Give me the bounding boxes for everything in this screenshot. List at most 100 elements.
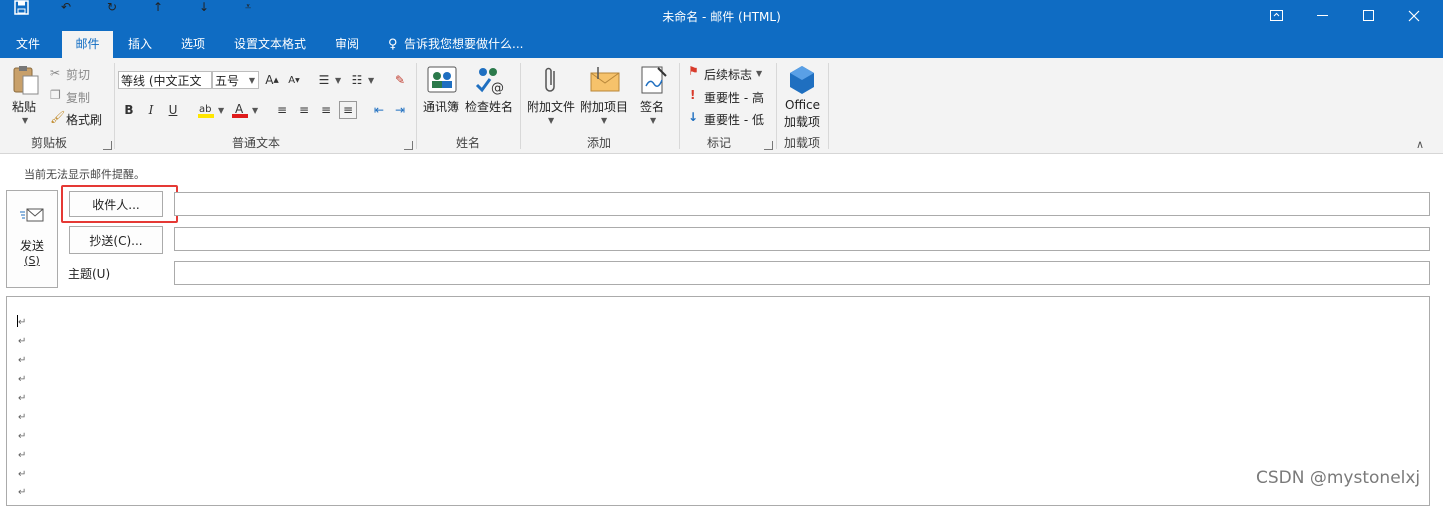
format-painter-button[interactable]: 格式刷: [66, 111, 102, 128]
subject-field[interactable]: [174, 261, 1430, 285]
copy-button[interactable]: 复制: [66, 89, 90, 106]
paragraph-mark-icon: ↵: [18, 431, 27, 442]
paragraph-mark-icon: ↵: [18, 469, 27, 480]
font-size-dropdown-icon[interactable]: ▼: [249, 72, 255, 88]
cut-icon: ✂: [50, 66, 61, 80]
office-addins-button-line1[interactable]: Office: [785, 98, 820, 112]
office-addins-button-line2[interactable]: 加载项: [784, 113, 820, 130]
bold-button[interactable]: B: [120, 101, 138, 119]
group-divider: [679, 63, 680, 149]
group-divider: [114, 63, 115, 149]
low-importance-button[interactable]: 重要性 - 低: [704, 111, 764, 128]
numbering-dropdown-icon[interactable]: ▼: [368, 76, 374, 85]
address-book-button[interactable]: 通讯簿: [423, 98, 459, 115]
ribbon-display-icon[interactable]: [1253, 0, 1299, 31]
tab-options[interactable]: 选项: [171, 31, 215, 58]
attach-item-button[interactable]: 附加项目: [580, 98, 628, 115]
paragraph-mark-icon: ↵: [18, 374, 27, 385]
attach-item-icon[interactable]: [589, 65, 621, 95]
underline-button[interactable]: U: [164, 101, 182, 119]
attach-file-button[interactable]: 附加文件: [527, 98, 575, 115]
high-importance-icon: !: [690, 88, 696, 102]
check-names-button[interactable]: 检查姓名: [465, 98, 513, 115]
tab-review[interactable]: 审阅: [326, 31, 368, 58]
close-icon[interactable]: [1391, 0, 1437, 31]
tab-format-text[interactable]: 设置文本格式: [226, 31, 314, 58]
highlight-color-icon[interactable]: ab: [197, 101, 215, 119]
to-field[interactable]: [174, 192, 1430, 216]
bullets-icon[interactable]: ☰: [315, 71, 333, 89]
paragraph-mark-icon: ↵: [18, 412, 27, 423]
justify-icon[interactable]: ≡: [339, 101, 357, 119]
paste-button[interactable]: 粘贴: [12, 98, 36, 115]
minimize-icon[interactable]: [1299, 0, 1345, 31]
tell-me-search[interactable]: 告诉我您想要做什么...: [404, 31, 529, 58]
paste-icon[interactable]: [11, 64, 41, 96]
decrease-indent-icon[interactable]: ⇤: [370, 101, 388, 119]
copy-icon: ❐: [50, 88, 61, 102]
cut-button[interactable]: 剪切: [66, 66, 90, 83]
subject-label: 主题(U): [68, 267, 111, 281]
signature-button[interactable]: 签名: [640, 98, 664, 115]
attach-item-dropdown-icon[interactable]: ▼: [601, 116, 607, 125]
paragraph-mark-icon: ↵: [18, 317, 27, 328]
cc-field[interactable]: [174, 227, 1430, 251]
font-size-combo[interactable]: 五号 ▼: [212, 71, 259, 89]
collapse-ribbon-icon[interactable]: ∧: [1416, 138, 1424, 151]
font-name-combo[interactable]: 等线 (中文正文: [118, 71, 212, 89]
info-bar: 当前无法显示邮件提醒。: [24, 168, 145, 181]
signature-dropdown-icon[interactable]: ▼: [650, 116, 656, 125]
tab-message[interactable]: 邮件: [62, 31, 113, 58]
svg-text:@: @: [491, 81, 504, 95]
basic-text-group-label: 普通文本: [231, 136, 280, 150]
align-left-icon[interactable]: ≡: [273, 101, 291, 119]
lightbulb-icon: ♀: [388, 37, 398, 52]
paperclip-icon[interactable]: [541, 65, 561, 95]
tags-group-label: 标记: [706, 136, 731, 150]
shrink-font-icon[interactable]: A ▼: [285, 71, 303, 89]
highlight-box: [61, 185, 178, 223]
check-names-icon[interactable]: @: [474, 65, 506, 96]
italic-button[interactable]: I: [142, 101, 160, 119]
flag-icon: ⚑: [688, 64, 699, 78]
numbering-icon[interactable]: ☷: [348, 71, 366, 89]
low-importance-icon: ↓: [688, 110, 699, 124]
clipboard-launcher-icon[interactable]: [103, 141, 112, 150]
office-addins-icon[interactable]: [788, 64, 816, 96]
send-button[interactable]: 发送 (S): [6, 190, 58, 288]
follow-up-dropdown-icon[interactable]: ▼: [756, 69, 762, 78]
font-size-value: 五号: [215, 74, 240, 88]
tags-launcher-icon[interactable]: [764, 141, 773, 150]
maximize-icon[interactable]: [1345, 0, 1391, 31]
watermark: CSDN @mystonelxj: [1256, 468, 1421, 488]
cc-button[interactable]: 抄送(C)...: [69, 226, 163, 254]
align-right-icon[interactable]: ≡: [317, 101, 335, 119]
tab-file[interactable]: 文件: [6, 31, 50, 58]
message-body[interactable]: [6, 296, 1430, 506]
group-divider: [520, 63, 521, 149]
align-center-icon[interactable]: ≡: [295, 101, 313, 119]
follow-up-button[interactable]: 后续标志: [704, 66, 752, 83]
subject-field-value: [175, 266, 179, 280]
svg-text:ab: ab: [199, 104, 211, 115]
svg-text:A: A: [235, 102, 244, 116]
paste-dropdown-icon[interactable]: ▼: [22, 116, 28, 125]
high-importance-button[interactable]: 重要性 - 高: [704, 89, 764, 106]
increase-indent-icon[interactable]: ⇥: [391, 101, 409, 119]
tab-insert[interactable]: 插入: [118, 31, 162, 58]
basic-text-launcher-icon[interactable]: [404, 141, 413, 150]
highlight-dropdown-icon[interactable]: ▼: [218, 106, 224, 115]
window-title: 未命名 - 邮件 (HTML): [662, 10, 781, 24]
group-divider: [416, 63, 417, 149]
attach-file-dropdown-icon[interactable]: ▼: [548, 116, 554, 125]
font-name-value: 等线 (中文正文: [121, 74, 202, 88]
clear-formatting-icon[interactable]: ✎: [391, 71, 409, 89]
address-book-icon[interactable]: [426, 65, 458, 95]
signature-icon[interactable]: [640, 64, 668, 96]
grow-font-icon[interactable]: A ▲: [263, 71, 281, 89]
bullets-dropdown-icon[interactable]: ▼: [335, 76, 341, 85]
clipboard-group-label: 剪贴板: [30, 136, 67, 150]
font-color-icon[interactable]: A: [231, 101, 249, 119]
font-color-dropdown-icon[interactable]: ▼: [252, 106, 258, 115]
group-divider: [828, 63, 829, 149]
